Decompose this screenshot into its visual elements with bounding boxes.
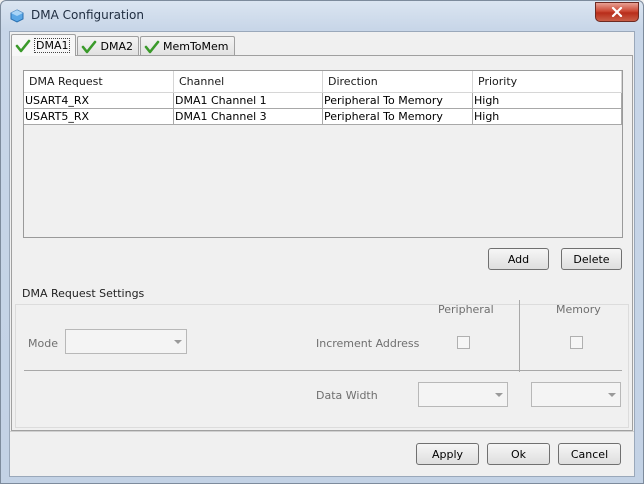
table-row[interactable]: USART4_RX DMA1 Channel 1 Peripheral To M… bbox=[24, 93, 622, 109]
title-bar[interactable]: DMA Configuration bbox=[1, 1, 643, 31]
cube-icon bbox=[10, 9, 24, 23]
tab-label: DMA1 bbox=[34, 38, 71, 53]
chevron-down-icon bbox=[608, 393, 616, 397]
dma-request-table[interactable]: DMA Request Channel Direction Priority U… bbox=[23, 70, 623, 238]
apply-button[interactable]: Apply bbox=[416, 443, 479, 465]
window-title: DMA Configuration bbox=[31, 8, 144, 22]
chevron-down-icon bbox=[174, 340, 182, 344]
delete-button[interactable]: Delete bbox=[561, 248, 622, 270]
cell-dma-request: USART5_RX bbox=[24, 109, 174, 124]
column-divider bbox=[519, 300, 520, 372]
data-width-peripheral-select[interactable] bbox=[418, 382, 508, 407]
cell-priority: High bbox=[473, 109, 622, 124]
chevron-down-icon bbox=[495, 393, 503, 397]
cancel-button[interactable]: Cancel bbox=[558, 443, 621, 465]
check-icon bbox=[82, 40, 97, 53]
close-button[interactable] bbox=[595, 2, 639, 22]
column-header-direction[interactable]: Direction bbox=[323, 71, 473, 93]
column-header-priority[interactable]: Priority bbox=[473, 71, 622, 93]
tab-bar: DMA1 DMA2 MemToMem bbox=[11, 34, 236, 56]
cell-channel: DMA1 Channel 3 bbox=[174, 109, 323, 124]
cell-direction: Peripheral To Memory bbox=[323, 93, 473, 108]
close-icon bbox=[611, 7, 623, 17]
table-header: DMA Request Channel Direction Priority bbox=[24, 71, 622, 93]
column-header-dma-request[interactable]: DMA Request bbox=[24, 71, 174, 93]
cell-direction: Peripheral To Memory bbox=[323, 109, 473, 124]
cell-priority: High bbox=[473, 93, 622, 108]
memory-column-label: Memory bbox=[556, 303, 601, 316]
tab-panel-dma1: DMA Request Channel Direction Priority U… bbox=[11, 55, 633, 431]
dialog-client: DMA1 DMA2 MemToMem DMA Request Channel D… bbox=[9, 31, 635, 477]
settings-divider bbox=[24, 370, 622, 371]
check-icon bbox=[144, 40, 160, 53]
increment-memory-checkbox[interactable] bbox=[570, 336, 583, 349]
increment-peripheral-checkbox[interactable] bbox=[457, 336, 470, 349]
tab-dma1[interactable]: DMA1 bbox=[11, 34, 77, 56]
mode-label: Mode bbox=[28, 337, 58, 350]
mode-select[interactable] bbox=[65, 329, 187, 354]
increment-address-label: Increment Address bbox=[316, 337, 420, 350]
check-icon bbox=[15, 39, 31, 52]
tab-label: DMA2 bbox=[100, 40, 133, 53]
dma-request-settings-group bbox=[15, 304, 629, 428]
add-button[interactable]: Add bbox=[488, 248, 549, 270]
table-row[interactable]: USART5_RX DMA1 Channel 3 Peripheral To M… bbox=[24, 109, 622, 125]
tab-label: MemToMem bbox=[162, 40, 229, 53]
dialog-window: DMA Configuration DMA1 DMA2 MemToMem DMA… bbox=[0, 0, 644, 484]
tab-dma2[interactable]: DMA2 bbox=[77, 36, 139, 56]
tab-memtomem[interactable]: MemToMem bbox=[139, 36, 235, 56]
cell-channel: DMA1 Channel 1 bbox=[174, 93, 323, 108]
data-width-label: Data Width bbox=[316, 389, 378, 402]
peripheral-column-label: Peripheral bbox=[438, 303, 494, 316]
data-width-memory-select[interactable] bbox=[531, 382, 621, 407]
cell-dma-request: USART4_RX bbox=[24, 93, 174, 108]
ok-button[interactable]: Ok bbox=[487, 443, 550, 465]
column-header-channel[interactable]: Channel bbox=[174, 71, 323, 93]
group-title: DMA Request Settings bbox=[20, 287, 147, 300]
footer-divider bbox=[10, 431, 634, 432]
